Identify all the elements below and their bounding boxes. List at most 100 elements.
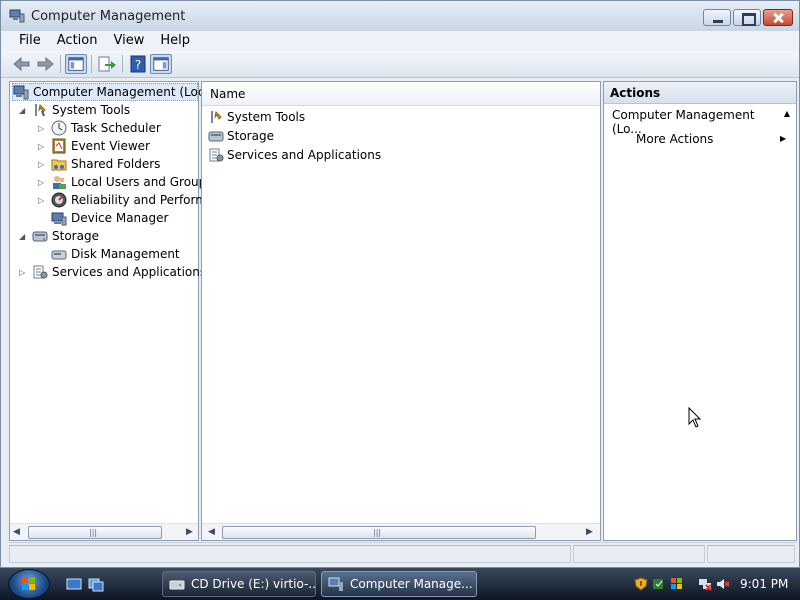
more-actions-item[interactable]: More Actions xyxy=(636,132,713,146)
toolbar-separator xyxy=(122,55,123,73)
list-item[interactable]: Services and Applications xyxy=(208,146,381,164)
status-segment xyxy=(573,545,705,563)
tree-item-reliability-and-performance[interactable]: Reliability and Performa xyxy=(51,191,214,209)
taskbar-button-cd-drive[interactable]: CD Drive (E:) virtio-... xyxy=(162,571,316,597)
taskbar-button-label: CD Drive (E:) virtio-... xyxy=(191,577,316,591)
show-hide-action-pane-icon[interactable] xyxy=(150,54,172,74)
tree-item-label: System Tools xyxy=(52,103,131,117)
tree-item-label: Shared Folders xyxy=(71,157,161,171)
expand-arrow-icon[interactable]: ▷ xyxy=(38,142,44,151)
list-horizontal-scrollbar[interactable]: ◀ ||| ▶ xyxy=(202,523,600,540)
system-tools-icon xyxy=(35,103,46,117)
taskbar-button-label: Computer Manage... xyxy=(350,577,473,591)
storage-icon xyxy=(208,131,224,142)
collapse-arrow-icon[interactable]: ◢ xyxy=(19,232,25,241)
name-column-header[interactable]: Name xyxy=(202,82,600,106)
collapse-arrow-icon[interactable]: ◢ xyxy=(19,106,25,115)
expand-arrow-icon[interactable]: ▷ xyxy=(38,160,44,169)
scrollbar-thumb[interactable]: ||| xyxy=(222,526,536,539)
tree-item-services-and-applications[interactable]: Services and Applications xyxy=(32,263,206,281)
tree-item-label: Storage xyxy=(52,229,99,243)
tree-item-label: Services and Applications xyxy=(52,265,207,279)
expand-arrow-icon[interactable]: ▷ xyxy=(38,124,44,133)
tree-item-label: Computer Management (Local xyxy=(33,85,216,99)
tree-item-event-viewer[interactable]: Event Viewer xyxy=(51,137,150,155)
list-item[interactable]: Storage xyxy=(208,127,274,145)
taskbar: CD Drive (E:) virtio-... Computer Manage… xyxy=(0,568,800,600)
actions-section-computer-management[interactable]: Computer Management (Lo... ▲ xyxy=(604,104,796,136)
tree-item-label: Device Manager xyxy=(71,211,169,225)
scroll-left-arrow-icon[interactable]: ◀ xyxy=(208,527,215,537)
forward-arrow-icon[interactable] xyxy=(34,54,56,74)
minimize-button[interactable] xyxy=(703,9,731,26)
network-disconnected-icon[interactable] xyxy=(698,577,712,591)
tree-item-device-manager[interactable]: Device Manager xyxy=(51,209,168,227)
back-arrow-icon[interactable] xyxy=(11,54,33,74)
actions-header: Actions xyxy=(604,82,796,104)
svg-text:?: ? xyxy=(135,58,141,72)
grip-icon: ||| xyxy=(89,528,98,537)
tree-horizontal-scrollbar[interactable]: ◀ ||| ▶ xyxy=(10,523,198,540)
cd-drive-icon xyxy=(169,580,185,590)
scroll-right-arrow-icon[interactable]: ▶ xyxy=(186,527,193,537)
list-item[interactable]: System Tools xyxy=(208,108,305,126)
windows-logo-icon xyxy=(22,577,35,590)
tree-item-label: Task Scheduler xyxy=(71,121,161,135)
result-list-pane: Name System Tools Storage Services and A… xyxy=(201,81,601,541)
clock-icon xyxy=(51,120,67,136)
tree-item-system-tools[interactable]: System Tools xyxy=(32,101,130,119)
menu-view[interactable]: View xyxy=(105,31,152,51)
update-icon[interactable] xyxy=(652,577,666,591)
title-bar[interactable]: Computer Management xyxy=(1,1,799,31)
expand-arrow-icon[interactable]: ▷ xyxy=(19,268,25,277)
computer-management-icon xyxy=(328,577,343,591)
tree-item-disk-management[interactable]: Disk Management xyxy=(51,245,180,263)
list-item-label: System Tools xyxy=(227,110,306,124)
computer-management-icon xyxy=(9,9,25,23)
console-tree-pane: Computer Management (Local ◢ System Tool… xyxy=(9,81,215,541)
column-header-label: Name xyxy=(210,87,246,101)
tree-item-storage[interactable]: Storage xyxy=(32,227,99,245)
more-actions-label: More Actions xyxy=(636,132,714,146)
services-icon xyxy=(33,265,48,279)
export-list-icon[interactable] xyxy=(96,54,118,74)
list-item-label: Services and Applications xyxy=(227,148,382,162)
window-title: Computer Management xyxy=(31,9,186,24)
show-hide-console-tree-icon[interactable] xyxy=(65,54,87,74)
start-button[interactable] xyxy=(8,569,50,599)
tree-item-task-scheduler[interactable]: Task Scheduler xyxy=(51,119,161,137)
toolbar: ? xyxy=(1,51,799,78)
menu-action[interactable]: Action xyxy=(49,31,106,51)
scrollbar-thumb[interactable]: ||| xyxy=(28,526,162,539)
tree-item-label: Event Viewer xyxy=(71,139,150,153)
tree-item-label: Disk Management xyxy=(71,247,180,261)
expand-arrow-icon[interactable]: ▷ xyxy=(38,178,44,187)
tree-item-shared-folders[interactable]: Shared Folders xyxy=(51,155,160,173)
volume-muted-icon[interactable] xyxy=(716,577,730,591)
help-icon[interactable]: ? xyxy=(127,54,149,74)
scroll-left-arrow-icon[interactable]: ◀ xyxy=(13,527,20,537)
scroll-right-arrow-icon[interactable]: ▶ xyxy=(586,527,593,537)
maximize-button[interactable] xyxy=(733,9,761,26)
tree-item-local-users-and-groups[interactable]: Local Users and Groups xyxy=(51,173,213,191)
show-desktop-icon[interactable] xyxy=(66,576,82,592)
security-shield-icon[interactable] xyxy=(634,577,648,591)
system-tray: 9:01 PM xyxy=(628,568,800,600)
switch-windows-icon[interactable] xyxy=(88,576,104,592)
expand-arrow-icon[interactable]: ▷ xyxy=(38,196,44,205)
clock[interactable]: 9:01 PM xyxy=(740,577,788,591)
services-icon xyxy=(209,148,224,162)
menu-help[interactable]: Help xyxy=(152,31,198,51)
actions-pane: Actions Computer Management (Lo... ▲ Mor… xyxy=(603,81,797,541)
toolbar-separator xyxy=(91,55,92,73)
menu-file[interactable]: File xyxy=(11,31,49,51)
taskbar-button-computer-management[interactable]: Computer Manage... xyxy=(321,571,477,597)
computer-management-icon xyxy=(13,85,29,100)
users-icon xyxy=(53,176,66,189)
tree-item-computer-management[interactable]: Computer Management (Local xyxy=(12,83,215,101)
windows-flag-icon[interactable] xyxy=(670,577,684,591)
status-segment xyxy=(9,545,571,563)
collapse-up-arrow-icon[interactable]: ▲ xyxy=(784,109,790,118)
close-button[interactable] xyxy=(763,9,793,26)
disk-management-icon xyxy=(51,250,67,260)
